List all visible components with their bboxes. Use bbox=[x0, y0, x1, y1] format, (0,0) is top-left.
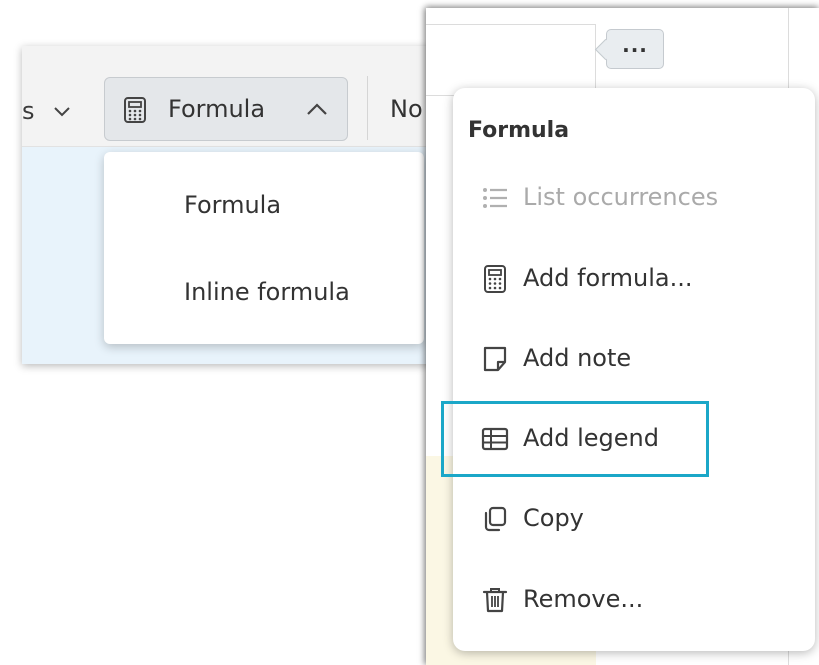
formula-context-menu-screenshot: ... Formula List occurrences Add formula… bbox=[426, 8, 819, 665]
context-menu: Formula List occurrences Add formula... bbox=[453, 88, 815, 651]
trash-icon bbox=[482, 588, 508, 613]
dropdown-option-inline-formula[interactable]: Inline formula bbox=[184, 277, 350, 307]
menu-item-add-formula[interactable]: Add formula... bbox=[453, 248, 815, 308]
menu-item-add-note[interactable]: Add note bbox=[453, 328, 815, 388]
calculator-icon bbox=[484, 265, 506, 293]
menu-item-add-legend[interactable]: Add legend bbox=[453, 408, 815, 468]
menu-item-label: Remove... bbox=[523, 585, 644, 613]
chevron-down-icon[interactable] bbox=[52, 101, 72, 121]
menu-item-remove[interactable]: Remove... bbox=[453, 569, 815, 629]
menu-item-copy[interactable]: Copy bbox=[453, 488, 815, 548]
menu-item-label: List occurrences bbox=[523, 183, 719, 211]
note-icon bbox=[483, 346, 507, 372]
dropdown-option-formula[interactable]: Formula bbox=[184, 190, 281, 220]
menu-item-label: Add legend bbox=[523, 424, 659, 452]
more-icon: ... bbox=[622, 33, 648, 57]
calculator-icon bbox=[124, 97, 146, 123]
toolbar-next-button-label[interactable]: No bbox=[390, 94, 423, 124]
menu-item-label: Copy bbox=[523, 504, 584, 532]
toolbar-divider bbox=[367, 76, 368, 140]
formula-dropdown-menu: Formula Inline formula bbox=[104, 152, 424, 344]
copy-icon bbox=[484, 506, 507, 532]
formula-dropdown-button[interactable]: Formula bbox=[104, 77, 348, 141]
list-icon bbox=[483, 188, 507, 208]
formula-toolbar-screenshot: s Formula No Formula Inline formula bbox=[22, 46, 477, 364]
more-options-button[interactable]: ... bbox=[594, 29, 664, 69]
menu-title: Formula bbox=[468, 118, 570, 143]
toolbar: s Formula No bbox=[22, 46, 477, 147]
formula-button-label: Formula bbox=[168, 95, 266, 123]
formula-box bbox=[426, 24, 596, 96]
menu-item-label: Add formula... bbox=[523, 264, 693, 292]
menu-item-label: Add note bbox=[523, 344, 632, 372]
menu-item-list-occurrences[interactable]: List occurrences bbox=[453, 167, 815, 227]
toolbar-fragment-label: s bbox=[22, 97, 35, 125]
table-icon bbox=[481, 427, 509, 451]
chevron-up-icon bbox=[307, 103, 327, 115]
